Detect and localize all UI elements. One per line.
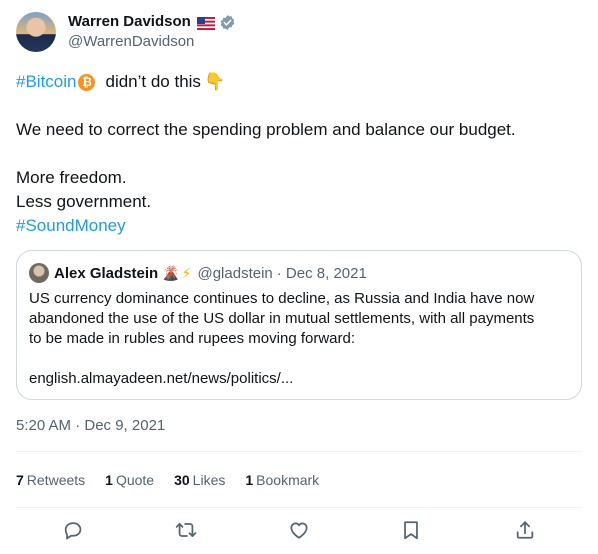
retweets-stat[interactable]: 7 Retweets bbox=[16, 470, 85, 490]
tweet-line: We need to correct the spending problem … bbox=[16, 120, 516, 139]
author-handle[interactable]: @WarrenDavidson bbox=[68, 32, 194, 52]
author-name[interactable]: Warren Davidson bbox=[68, 12, 191, 32]
action-bar bbox=[16, 516, 582, 546]
tweet-text: #Bitcoin ₿ didn’t do this 👇 We need to c… bbox=[16, 70, 582, 238]
quoted-text-line: abandoned the use of the US dollar in mu… bbox=[29, 310, 535, 327]
quoted-text: US currency dominance continues to decli… bbox=[29, 289, 569, 389]
bookmarks-stat[interactable]: 1 Bookmark bbox=[245, 470, 319, 490]
reply-button[interactable] bbox=[61, 518, 85, 542]
lightning-icon: ⚡ bbox=[181, 264, 192, 281]
tweet-line: #Bitcoin ₿ didn’t do this 👇 bbox=[16, 70, 582, 94]
verified-badge-icon[interactable] bbox=[219, 14, 236, 31]
like-button[interactable] bbox=[287, 518, 311, 542]
quoted-author-handle[interactable]: @gladstein bbox=[197, 265, 272, 282]
tweet-timestamp[interactable]: 5:20 AM · Dec 9, 2021 bbox=[16, 416, 165, 436]
bookmark-icon bbox=[404, 521, 418, 540]
author-display-name[interactable]: Warren Davidson bbox=[68, 12, 236, 32]
tweet: Warren Davidson @WarrenDavidson #Bitcoin… bbox=[0, 0, 598, 554]
like-icon bbox=[290, 522, 308, 539]
quoted-author-name[interactable]: Alex Gladstein bbox=[54, 265, 158, 282]
bitcoin-icon: ₿ bbox=[78, 73, 96, 91]
share-icon bbox=[516, 521, 534, 539]
quoted-avatar[interactable] bbox=[29, 263, 49, 283]
retweet-icon bbox=[175, 522, 197, 538]
likes-stat[interactable]: 30 Likes bbox=[174, 470, 225, 490]
hashtag-bitcoin[interactable]: #Bitcoin bbox=[16, 70, 76, 94]
reply-icon bbox=[64, 522, 82, 540]
avatar[interactable] bbox=[16, 12, 56, 52]
quoted-tweet-header: Alex Gladstein 🌋 ⚡ @gladstein · Dec 8, 2… bbox=[29, 263, 367, 283]
quoted-text-line: to be made in rubles and rupees moving f… bbox=[29, 330, 356, 347]
bookmark-button[interactable] bbox=[399, 518, 423, 542]
quoted-link[interactable]: english.almayadeen.net/news/politics/... bbox=[29, 369, 569, 389]
quoted-date[interactable]: · Dec 8, 2021 bbox=[277, 265, 367, 282]
us-flag-icon bbox=[196, 16, 215, 30]
volcano-icon: 🌋 bbox=[162, 264, 180, 281]
quoted-tweet[interactable]: Alex Gladstein 🌋 ⚡ @gladstein · Dec 8, 2… bbox=[16, 250, 582, 400]
tweet-line1-text: didn’t do this bbox=[105, 72, 201, 91]
quotes-stat[interactable]: 1 Quote bbox=[105, 470, 154, 490]
engagement-stats: 7 Retweets 1 Quote 30 Likes 1 Bookmark bbox=[16, 470, 319, 490]
quoted-text-line: US currency dominance continues to decli… bbox=[29, 290, 535, 307]
hashtag-soundmoney[interactable]: #SoundMoney bbox=[16, 214, 126, 238]
tweet-line: Less government. bbox=[16, 192, 152, 211]
divider bbox=[16, 507, 582, 508]
pointing-down-icon: 👇 bbox=[203, 72, 226, 91]
tweet-line: More freedom. bbox=[16, 168, 127, 187]
retweet-button[interactable] bbox=[174, 518, 198, 542]
divider bbox=[16, 451, 582, 452]
share-button[interactable] bbox=[513, 518, 537, 542]
